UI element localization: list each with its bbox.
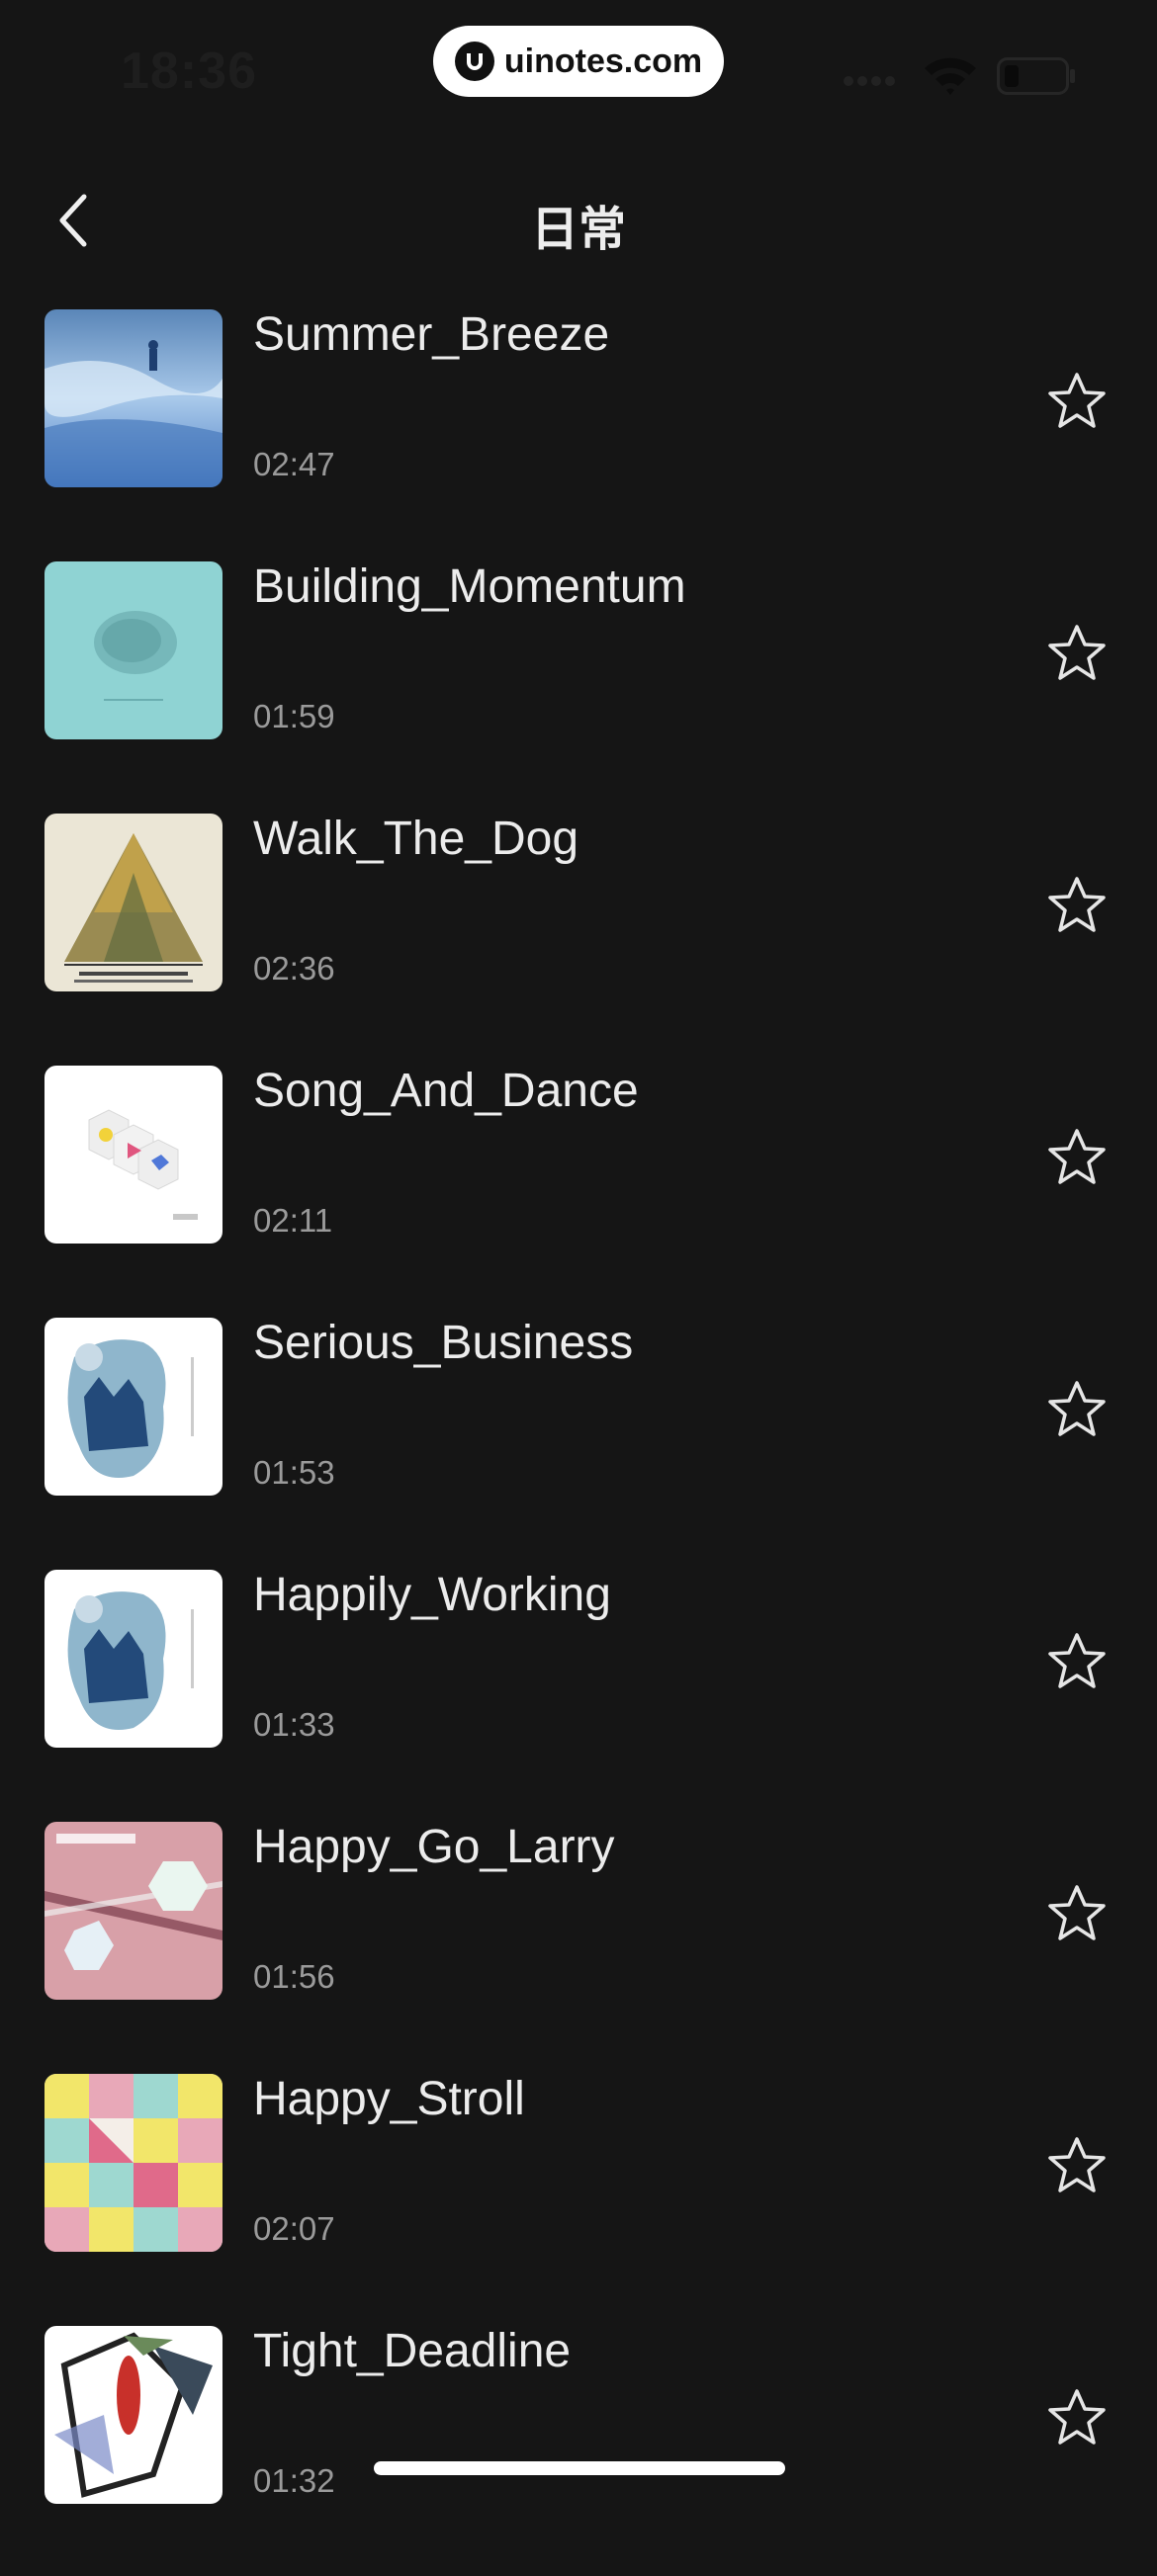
album-cover — [44, 561, 222, 739]
star-outline-icon[interactable] — [1046, 1127, 1108, 1188]
star-outline-icon[interactable] — [1046, 623, 1108, 684]
track-item[interactable]: Happily_Working 01:33 — [0, 1568, 1157, 1820]
track-title: Happy_Stroll — [253, 2073, 525, 2125]
track-duration: 02:36 — [253, 950, 335, 987]
track-title: Walk_The_Dog — [253, 813, 579, 865]
track-title: Song_And_Dance — [253, 1065, 639, 1117]
page-title: 日常 — [530, 204, 626, 256]
album-cover — [44, 309, 222, 487]
track-title: Happy_Go_Larry — [253, 1821, 615, 1873]
album-cover — [44, 2074, 222, 2252]
track-item[interactable]: Happy_Go_Larry 01:56 — [0, 1820, 1157, 2072]
track-duration: 01:56 — [253, 1958, 335, 1995]
battery-icon — [997, 57, 1075, 95]
track-item[interactable]: Happy_Stroll 02:07 — [0, 2072, 1157, 2324]
album-cover — [44, 1570, 222, 1748]
album-cover — [44, 1822, 222, 2000]
star-outline-icon[interactable] — [1046, 371, 1108, 432]
home-indicator[interactable] — [374, 2461, 785, 2475]
star-outline-icon[interactable] — [1046, 2135, 1108, 2196]
track-duration: 02:47 — [253, 446, 335, 482]
track-duration: 01:33 — [253, 1706, 335, 1743]
track-item[interactable]: Song_And_Dance 02:11 — [0, 1064, 1157, 1316]
track-item[interactable]: Summer_Breeze 02:47 — [0, 307, 1157, 559]
star-outline-icon[interactable] — [1046, 1379, 1108, 1440]
album-cover — [44, 1318, 222, 1496]
watermark-text: uinotes.com — [503, 42, 703, 80]
album-cover — [44, 1066, 222, 1244]
star-outline-icon[interactable] — [1046, 875, 1108, 936]
star-outline-icon[interactable] — [1046, 2387, 1108, 2448]
wifi-icon — [925, 57, 976, 95]
album-cover — [44, 2326, 222, 2504]
status-time: 18:36 — [121, 43, 257, 100]
watermark-logo-icon — [454, 42, 494, 81]
album-cover — [44, 814, 222, 991]
track-title: Building_Momentum — [253, 560, 686, 613]
track-item[interactable]: Serious_Business 01:53 — [0, 1316, 1157, 1568]
track-title: Tight_Deadline — [253, 2325, 572, 2377]
track-title: Happily_Working — [253, 1569, 611, 1621]
track-item[interactable]: Walk_The_Dog 02:36 — [0, 812, 1157, 1064]
track-list: Summer_Breeze 02:47 Building_Momentum 01… — [0, 307, 1157, 2576]
star-outline-icon[interactable] — [1046, 1883, 1108, 1944]
watermark-badge: uinotes.com — [433, 26, 724, 97]
cellular-signal-icon — [844, 76, 895, 86]
track-duration: 01:32 — [253, 2462, 335, 2499]
star-outline-icon[interactable] — [1046, 1631, 1108, 1692]
track-item[interactable]: Tight_Deadline 01:32 — [0, 2324, 1157, 2576]
track-item[interactable]: Building_Momentum 01:59 — [0, 559, 1157, 812]
track-duration: 02:11 — [253, 1202, 333, 1239]
track-duration: 01:59 — [253, 698, 335, 734]
navigation-bar: 日常 — [0, 168, 1157, 267]
track-duration: 01:53 — [253, 1454, 335, 1491]
track-title: Summer_Breeze — [253, 308, 610, 361]
status-bar: 18:36 uinotes.com — [0, 0, 1157, 129]
track-duration: 02:07 — [253, 2210, 335, 2247]
track-title: Serious_Business — [253, 1317, 634, 1369]
